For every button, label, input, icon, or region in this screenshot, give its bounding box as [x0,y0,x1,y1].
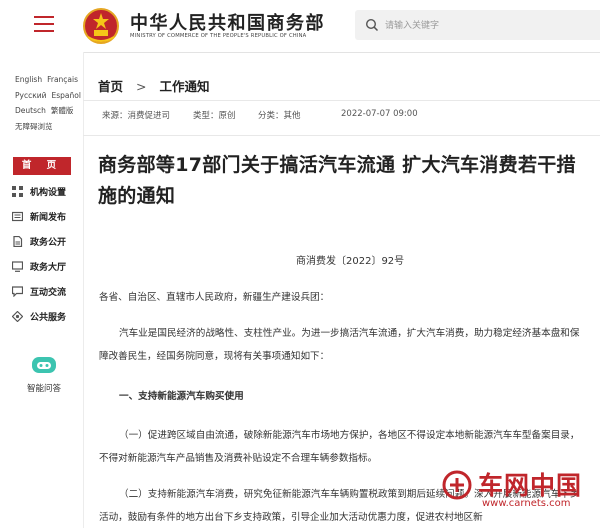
meta-source: 来源：消费促进司 [102,111,171,121]
menu-icon[interactable] [34,16,54,32]
lang-english[interactable]: English [15,75,42,84]
breadcrumb-current[interactable]: 工作通知 [160,79,210,94]
meta-datetime: 2022-07-07 09:00 [341,109,418,119]
assistant-label[interactable]: 智能问答 [27,382,61,394]
divider [83,135,600,136]
lang-russian[interactable]: Русский [15,91,47,100]
watermark-brand: 车网中国 [478,471,583,500]
meta-category: 分类：其他 [258,111,301,121]
sidebar-item-label: 新闻发布 [30,213,67,223]
breadcrumb: 首页 > 工作通知 [98,76,210,95]
lang-german[interactable]: Deutsch [15,106,46,115]
chatbot-icon[interactable] [30,353,58,377]
site-title[interactable]: 中华人民共和国商务部 [130,9,325,35]
search-input[interactable] [383,15,587,37]
sidebar-item-label: 政务公开 [30,238,67,248]
chat-icon [12,286,23,297]
site-subtitle: MINISTRY OF COMMERCE OF THE PEOPLE'S REP… [130,33,307,39]
sidebar-item-label: 互动交流 [30,288,67,298]
lang-french[interactable]: Français [47,75,78,84]
lang-spanish[interactable]: Español [52,91,81,100]
chevron-right-icon: > [136,79,147,94]
watermark-url: www.carnets.com [482,498,571,509]
search-icon[interactable] [365,18,379,32]
watermark: 车网中国 www.carnets.com [442,462,600,522]
article-paragraph: 各省、自治区、直辖市人民政府，新疆生产建设兵团： [99,292,330,303]
article-title: 商务部等17部门关于搞活汽车流通 扩大汽车消费若干措施的通知 [98,154,576,207]
national-emblem-icon[interactable] [83,7,119,45]
sidebar-item-label: 机构设置 [30,188,67,198]
breadcrumb-home[interactable]: 首页 [98,79,123,94]
accessibility-link[interactable]: 无障碍浏览 [15,122,53,131]
sidebar: English Français Русский Español Deutsch 繁體… [0,52,84,528]
site-header: 中华人民共和国商务部 MINISTRY OF COMMERCE OF THE P… [0,0,600,53]
org-chart-icon [12,186,23,197]
meta-type: 类型：原创 [193,111,236,121]
section-heading: 一、支持新能源汽车购买使用 [119,391,244,402]
search-box [355,10,600,40]
divider [83,100,600,101]
document-number: 商消费发〔2022〕92号 [296,256,405,267]
newspaper-icon [12,211,23,222]
sidebar-item-home[interactable]: 首 页 [13,157,71,175]
article-paragraph: 汽车业是国民经济的战略性、支柱性产业。为进一步搞活汽车流通，扩大汽车消费，助力稳… [99,328,580,362]
sidebar-item-label: 公共服务 [30,313,67,323]
service-icon [12,311,23,322]
carnets-logo-icon [442,470,472,500]
document-icon [13,236,23,247]
language-switcher: English Français Русский Español Deutsch 繁體… [15,72,83,134]
lang-traditional-chinese[interactable]: 繁體版 [51,106,74,115]
